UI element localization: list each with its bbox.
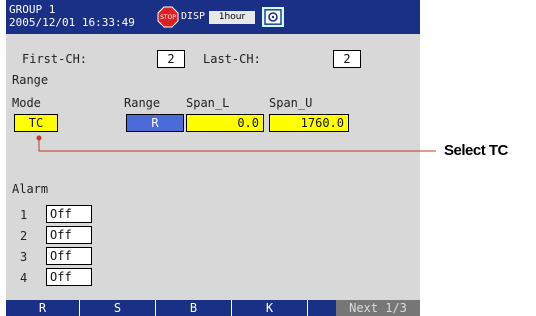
datetime-display: 2005/12/01 16:33:49 (9, 16, 135, 29)
mode-label: Mode (12, 96, 41, 110)
alarm-field[interactable]: Off (46, 205, 92, 223)
range-label: Range (124, 96, 161, 110)
first-ch-field[interactable]: 2 (157, 50, 185, 68)
alarm-number: 1 (20, 208, 28, 222)
status-header: GROUP 1 2005/12/01 16:33:49 STOP DISP 1h… (6, 0, 420, 34)
softkey-k[interactable]: K (232, 300, 308, 316)
span-l-field[interactable]: 0.0 (186, 114, 264, 132)
range-field[interactable]: R (126, 114, 184, 132)
monitor-icon (262, 7, 284, 27)
group-label: GROUP 1 (9, 3, 56, 16)
span-l-label: Span_L (186, 96, 230, 110)
span-u-label: Span_U (269, 96, 313, 110)
disp-label: DISP (181, 11, 206, 22)
alarm-number: 3 (20, 250, 28, 264)
recorder-screen: GROUP 1 2005/12/01 16:33:49 STOP DISP 1h… (6, 0, 420, 316)
span-u-field[interactable]: 1760.0 (269, 114, 349, 132)
alarm-number: 4 (20, 271, 28, 285)
alarm-field[interactable]: Off (46, 226, 92, 244)
alarm-number: 2 (20, 229, 28, 243)
svg-text:STOP: STOP (160, 14, 176, 21)
stop-icon: STOP (157, 6, 179, 28)
range-section-label: Range (12, 73, 49, 87)
select-tc-callout: Select TC (444, 142, 508, 159)
first-ch-label: First-CH: (22, 52, 88, 66)
softkey-r[interactable]: R (6, 300, 80, 316)
softkey-bar: R S B K Next 1/3 (6, 300, 420, 316)
last-ch-field[interactable]: 2 (333, 50, 361, 68)
alarm-label: Alarm (12, 182, 49, 196)
alarm-field[interactable]: Off (46, 268, 92, 286)
softkey-s[interactable]: S (80, 300, 156, 316)
alarm-field[interactable]: Off (46, 247, 92, 265)
softkey-b[interactable]: B (156, 300, 232, 316)
softkey-next[interactable]: Next 1/3 (336, 300, 420, 316)
time-interval-display[interactable]: 1hour (209, 11, 255, 24)
last-ch-label: Last-CH: (203, 52, 261, 66)
mode-field[interactable]: TC (14, 114, 58, 132)
